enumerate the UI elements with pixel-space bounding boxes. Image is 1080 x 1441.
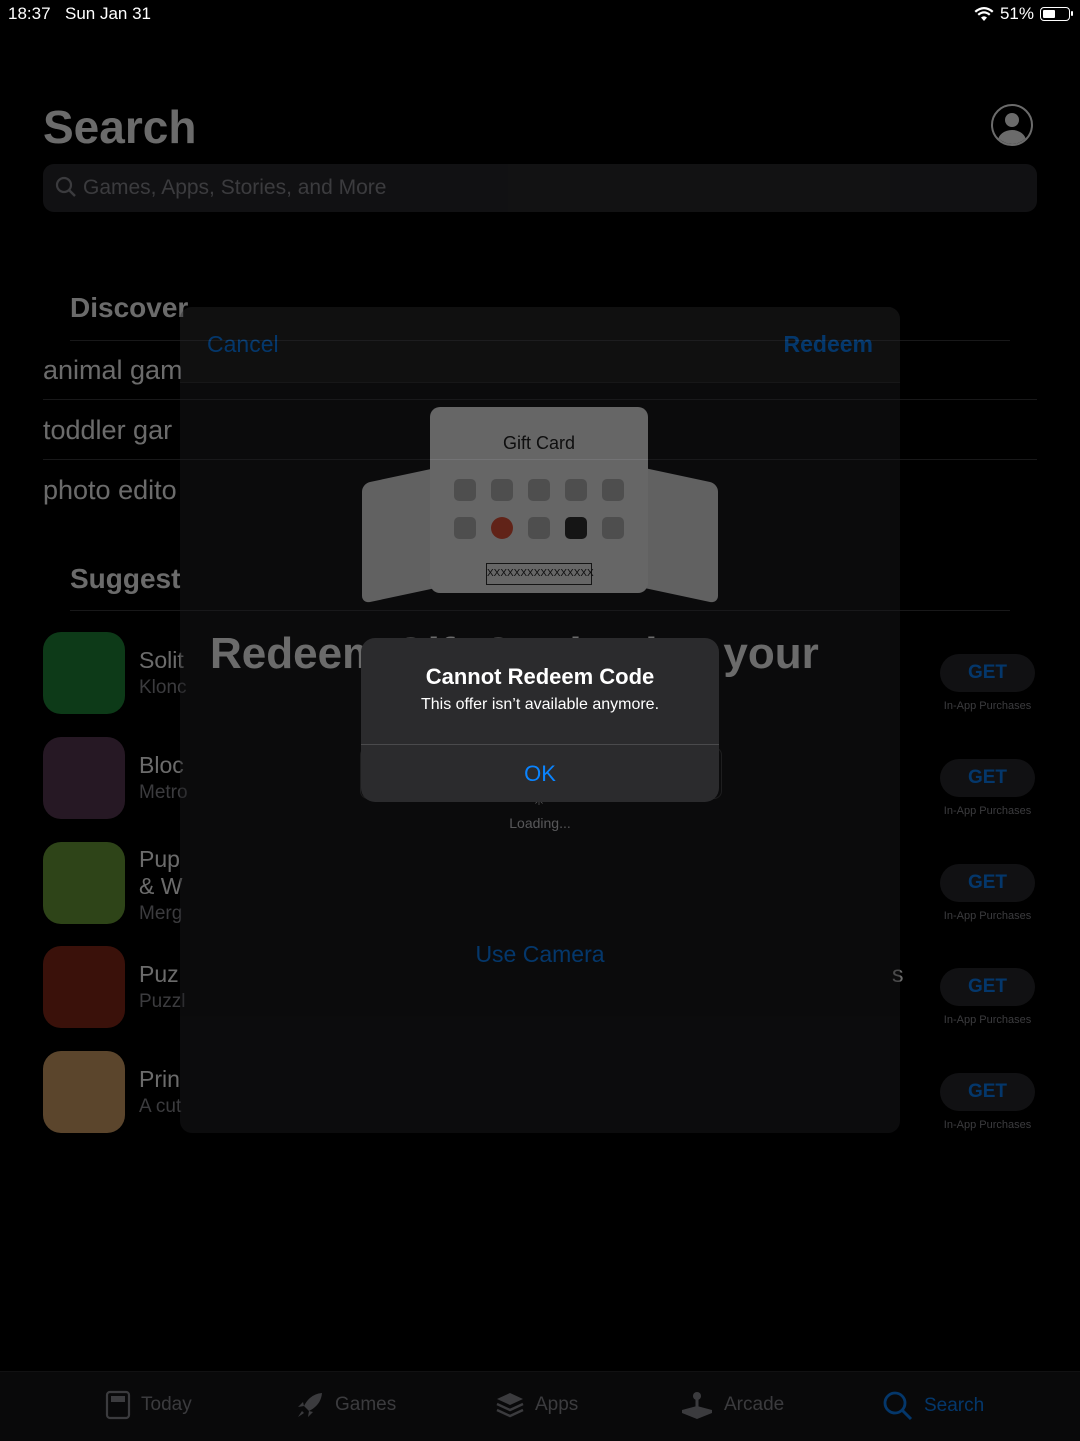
discover-item[interactable]: animal gam [43, 355, 183, 386]
alert-title: Cannot Redeem Code [425, 664, 655, 689]
alert-message: This offer isn’t available anymore. [420, 696, 660, 713]
app-subtitle: A cut [139, 1096, 182, 1117]
app-icon[interactable] [43, 737, 125, 819]
tab-arcade[interactable]: Arcade [680, 1390, 784, 1420]
search-icon [55, 176, 76, 197]
today-icon [105, 1390, 131, 1420]
get-button[interactable]: GET [940, 654, 1035, 692]
gift-card-title: Gift Card [502, 433, 576, 453]
search-input[interactable]: Games, Apps, Stories, and More [43, 164, 1037, 212]
loading-text: Loading... [509, 815, 571, 831]
tab-apps[interactable]: Apps [495, 1390, 578, 1420]
tab-games[interactable]: Games [295, 1390, 396, 1420]
alert-dialog: Cannot Redeem Code This offer isn’t avai… [361, 638, 719, 802]
sheet-header: Cancel Redeem [180, 307, 900, 383]
app-name: Bloc [139, 752, 184, 778]
app-name: Prin [139, 1066, 180, 1092]
in-app-purchases-note: In-App Purchases [943, 1119, 1032, 1131]
discover-title: Discover [70, 292, 189, 323]
app-icon[interactable] [43, 1051, 125, 1133]
search-icon [883, 1391, 913, 1421]
app-name-line2: & W [139, 873, 183, 899]
suggested-title: Suggest [70, 563, 181, 594]
in-app-purchases-note: In-App Purchases [943, 910, 1032, 922]
in-app-purchases-note: In-App Purchases [943, 700, 1032, 712]
app-subtitle: Puzzl [139, 991, 186, 1012]
app-icon[interactable] [43, 946, 125, 1028]
tab-search[interactable]: Search [882, 1390, 984, 1422]
app-subtitle: Merg [139, 903, 183, 924]
tab-bar: Today Games Apps Arcade Search [0, 1371, 1080, 1441]
get-button[interactable]: GET [940, 1073, 1035, 1111]
redeem-button[interactable]: Redeem [784, 331, 873, 358]
in-app-purchases-note: In-App Purchases [943, 1014, 1032, 1026]
tab-label: Games [335, 1394, 397, 1415]
tab-today[interactable]: Today [105, 1390, 192, 1420]
discover-item[interactable]: photo edito [43, 475, 177, 506]
tab-label: Apps [535, 1394, 579, 1415]
joystick-icon [682, 1392, 712, 1419]
search-placeholder: Games, Apps, Stories, and More [83, 176, 387, 199]
ok-button[interactable]: OK [361, 745, 719, 802]
app-name: Pup [139, 846, 180, 872]
apps-stack-icon [496, 1393, 524, 1418]
app-name: Solit [139, 647, 184, 673]
discover-item[interactable]: toddler gar [43, 415, 172, 446]
get-button[interactable]: GET [940, 864, 1035, 902]
gift-card-code: XXXXXXXXXXXXXXXX [486, 563, 594, 585]
rocket-icon [298, 1393, 322, 1417]
tab-label: Arcade [724, 1394, 785, 1415]
app-icon[interactable] [43, 632, 125, 714]
get-button[interactable]: GET [940, 968, 1035, 1006]
in-app-purchases-note: In-App Purchases [943, 805, 1032, 817]
account-avatar-icon[interactable] [991, 104, 1033, 146]
tab-label: Today [141, 1394, 192, 1415]
use-camera-button[interactable]: Use Camera [180, 941, 900, 968]
app-name: Puz [139, 961, 179, 987]
gift-card-illustration: Gift Card XXXXXXXXXXXXXXXX [430, 407, 648, 593]
cancel-button[interactable]: Cancel [207, 331, 279, 358]
get-button[interactable]: GET [940, 759, 1035, 797]
app-icon[interactable] [43, 842, 125, 924]
tab-label: Search [924, 1395, 985, 1416]
page-title: Search [43, 101, 197, 153]
